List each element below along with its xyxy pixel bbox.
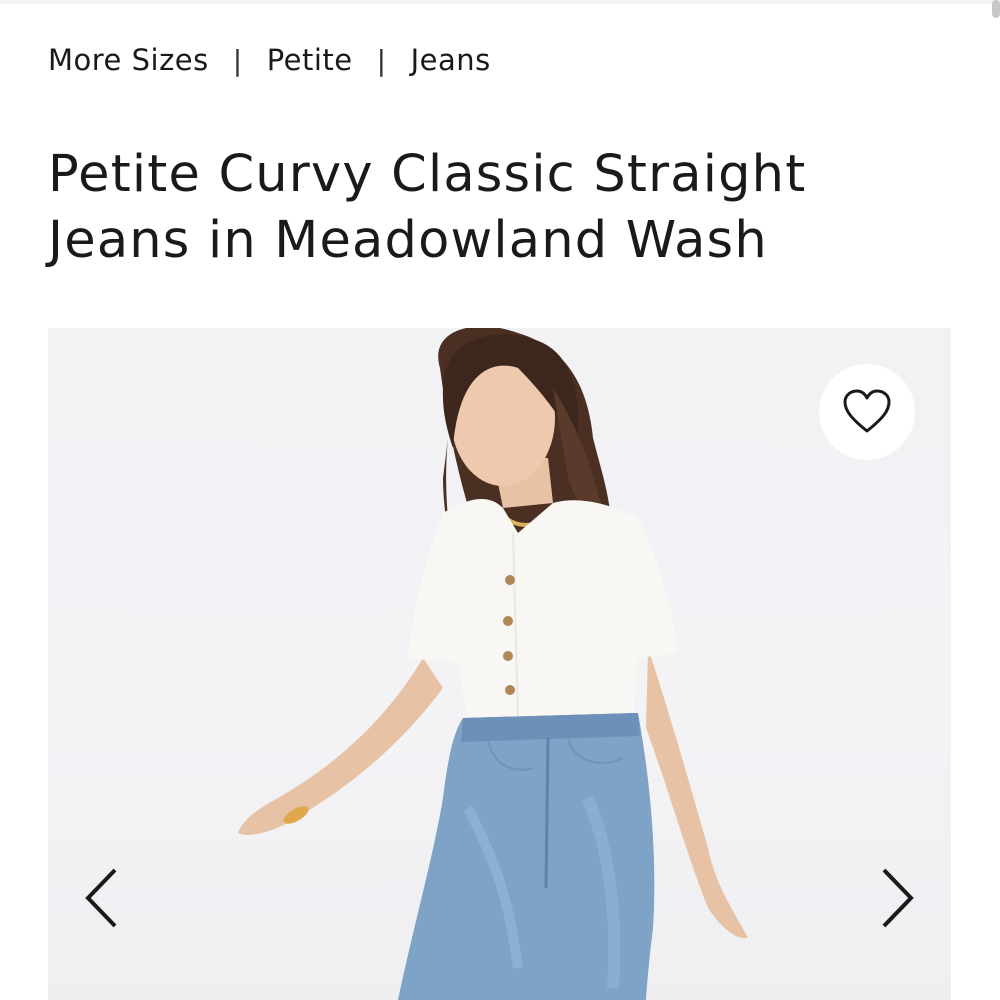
product-title: Petite Curvy Classic Straight Jeans in M… <box>48 145 807 270</box>
breadcrumb-item-jeans[interactable]: Jeans <box>411 43 491 77</box>
product-image <box>238 328 748 1000</box>
heart-outline-icon <box>843 389 891 433</box>
breadcrumb-separator: | <box>232 43 243 77</box>
top-divider <box>0 0 1000 4</box>
chevron-left-icon <box>85 868 117 928</box>
previous-image-button[interactable] <box>76 863 126 933</box>
next-image-button[interactable] <box>873 863 923 933</box>
breadcrumb-item-more-sizes[interactable]: More Sizes <box>48 43 209 77</box>
scrollbar[interactable] <box>992 0 1000 18</box>
breadcrumb: More Sizes | Petite | Jeans <box>48 40 491 80</box>
favorite-button[interactable] <box>819 364 915 460</box>
breadcrumb-separator: | <box>376 43 387 77</box>
product-image-gallery[interactable] <box>48 328 951 1000</box>
breadcrumb-item-petite[interactable]: Petite <box>267 43 353 77</box>
chevron-right-icon <box>882 868 914 928</box>
